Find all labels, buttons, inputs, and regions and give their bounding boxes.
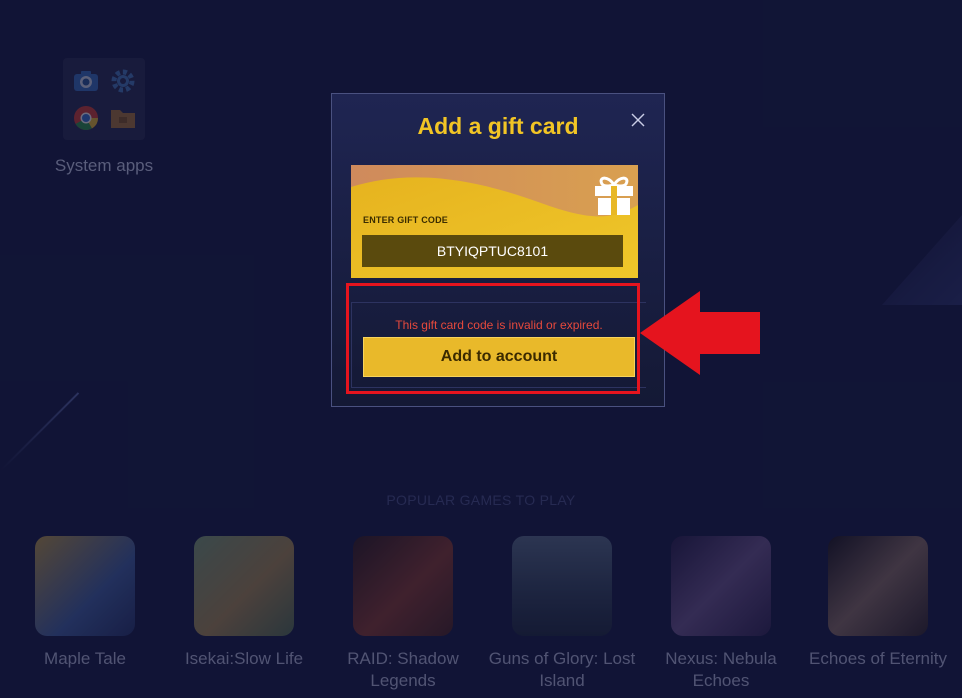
gift-card-graphic: ENTER GIFT CODE (351, 165, 638, 278)
gift-code-label: ENTER GIFT CODE (363, 215, 449, 225)
close-icon[interactable] (630, 112, 646, 128)
dialog-title: Add a gift card (417, 113, 579, 139)
gift-code-input[interactable] (362, 235, 623, 267)
annotation-arrow-left-icon (640, 291, 760, 375)
gift-icon (590, 173, 638, 217)
annotation-highlight-box (346, 283, 640, 394)
